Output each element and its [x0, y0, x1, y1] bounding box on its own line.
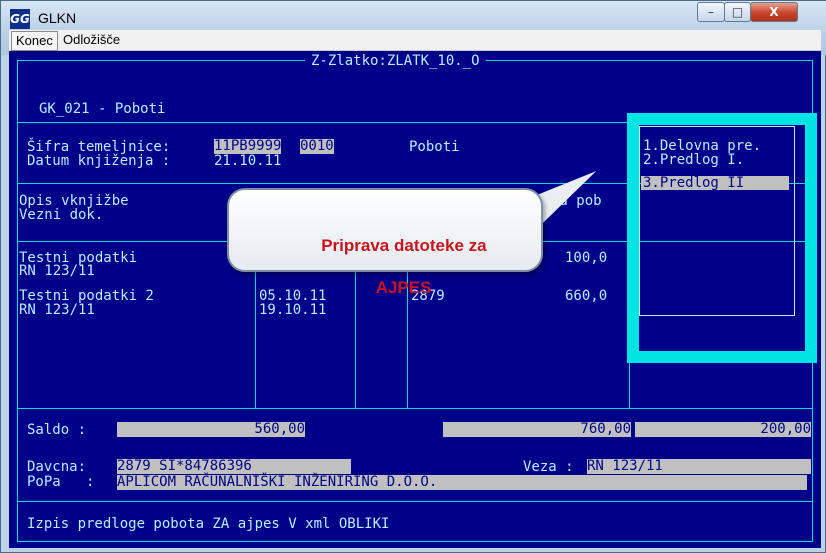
- popup-menu-item[interactable]: 2.Predlog I.: [643, 153, 744, 167]
- terminal-screen: Z-Zlatko:ZLATK_10._O GK_021 - Poboti Šif…: [9, 51, 821, 548]
- doc-type-label: Poboti: [409, 139, 460, 155]
- popa-field[interactable]: APLICOM RAČUNALNIŠKI INŽENIRING D.O.O.: [117, 475, 807, 490]
- davcna-label: Davcna:: [27, 459, 87, 475]
- menu-item-odlozisce[interactable]: Odložišče: [59, 31, 124, 49]
- veza-field[interactable]: RN 123/11: [587, 459, 811, 474]
- davcna-field[interactable]: 2879 SI*84786396: [117, 459, 351, 474]
- saldo-value-1: 560,00: [117, 422, 305, 437]
- app-logo-icon: GG: [10, 9, 30, 29]
- sifra-field-1[interactable]: 11PB9999: [214, 139, 282, 154]
- maximize-button[interactable]: □: [724, 2, 751, 22]
- annotation-callout: Priprava datoteke za AJPES: [227, 188, 543, 297]
- status-line: Izpis predloge pobota ZA ajpes V xml OBL…: [27, 516, 390, 532]
- frame-title: Z-Zlatko:ZLATK_10._O: [305, 54, 486, 68]
- saldo-label: Saldo :: [27, 422, 87, 438]
- app-window: GG GLKN – □ X Konec Odložišče Z-Zlatko:Z…: [0, 0, 826, 553]
- row-amount: 660,0: [565, 288, 608, 304]
- sifra-field-2[interactable]: 0010: [300, 139, 334, 154]
- callout-text: Priprava datoteke za AJPES: [229, 214, 541, 319]
- row-ref: RN 123/11: [19, 302, 95, 318]
- divider-line: [17, 408, 813, 409]
- frame-left-line: [17, 60, 18, 542]
- popup-menu-item[interactable]: 1.Delovna pre.: [643, 139, 761, 153]
- callout-line-1: Priprava datoteke za: [321, 236, 487, 255]
- popup-menu-item-selected[interactable]: 3.Predlog II: [641, 176, 789, 190]
- veza-label: Veza :: [523, 459, 574, 475]
- column-header-opis: Opis vknjižbe: [19, 193, 129, 209]
- datum-value: 21.10.11: [214, 153, 282, 169]
- saldo-value-3: 200,00: [635, 422, 811, 437]
- datum-label: Datum knjiženja :: [27, 153, 179, 169]
- close-button[interactable]: X: [750, 2, 798, 22]
- row-ref: RN 123/11: [19, 263, 95, 279]
- sifra-label: Šifra temeljnice:: [27, 139, 179, 155]
- frame-bottom-line: [17, 541, 813, 542]
- menu-bar: Konec Odložišče: [9, 30, 821, 51]
- row-desc: Testni podatki 2: [19, 288, 154, 304]
- divider-line: [17, 501, 813, 502]
- screen-title: GK_021 - Poboti: [39, 101, 166, 117]
- window-title: GLKN: [38, 10, 77, 26]
- menu-item-konec[interactable]: Konec: [11, 31, 58, 51]
- minimize-button[interactable]: –: [697, 2, 725, 22]
- column-header-vezni: Vezni dok.: [19, 207, 104, 223]
- saldo-value-2: 760,00: [443, 422, 631, 437]
- row-amount: 100,0: [565, 250, 608, 266]
- popa-label: PoPa :: [27, 474, 95, 490]
- callout-line-2: AJPES: [375, 278, 432, 297]
